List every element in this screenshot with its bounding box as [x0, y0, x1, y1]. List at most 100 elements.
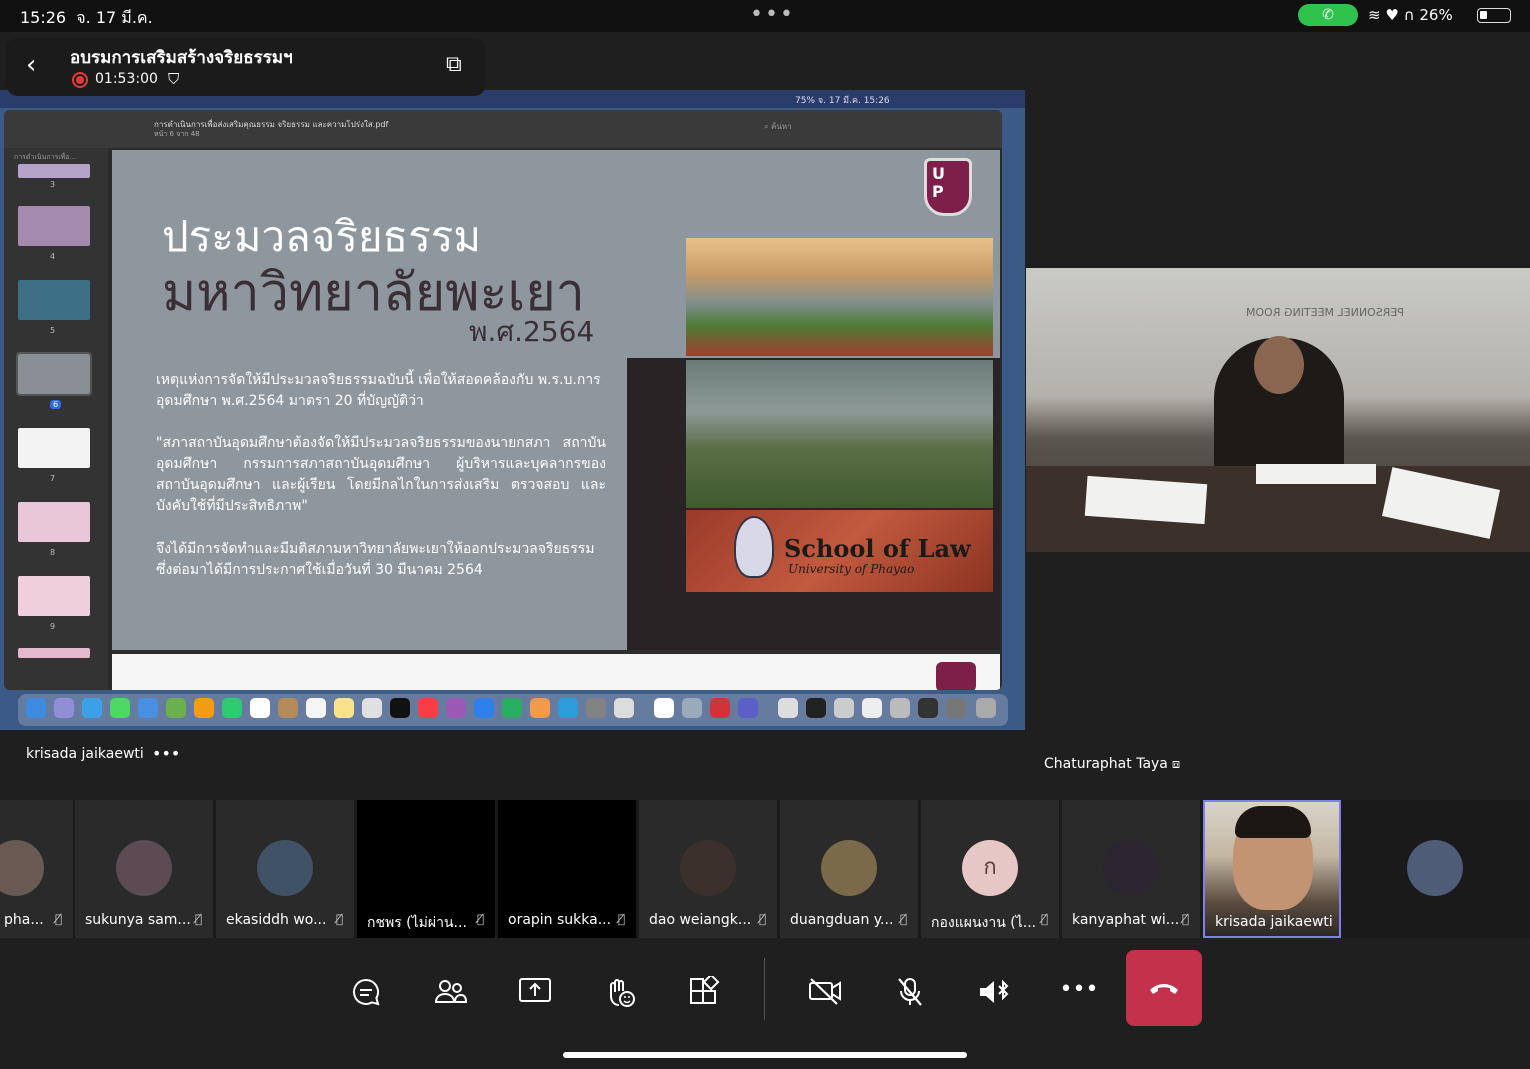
- dock-window: [918, 698, 938, 718]
- participant-tile[interactable]: กชพร (ไม่ผ่าน... 🎙̸: [357, 800, 495, 938]
- participant-avatar: [1407, 840, 1463, 896]
- thumbnail-page-number: 4: [50, 252, 56, 261]
- participant-name: pha...: [4, 912, 44, 928]
- presenter-name: krisada jaikaewti: [26, 746, 144, 762]
- main-video-tile[interactable]: PERSONNEL MEETING ROOM: [1026, 268, 1530, 552]
- messages-icon: [110, 698, 130, 718]
- participant-tile[interactable]: sukunya sam... 🎙̸: [75, 800, 213, 938]
- shield-icon[interactable]: ⛉: [168, 70, 179, 88]
- back-chevron-icon[interactable]: ‹: [26, 50, 36, 80]
- participant-strip[interactable]: pha... 🎙̸ sukunya sam... 🎙̸ ekasiddh wo.…: [0, 800, 1530, 938]
- participant-tile[interactable]: orapin sukka... 🎙̸: [498, 800, 636, 938]
- apps-icon[interactable]: [682, 970, 726, 1010]
- participant-tile[interactable]: ekasiddh wo... 🎙̸: [216, 800, 354, 938]
- home-indicator[interactable]: [563, 1052, 967, 1058]
- slide-heading-year: พ.ศ.2564: [469, 315, 595, 348]
- pdf-viewer-window: การดำเนินการเพื่อส่งเสริมคุณธรรม จริยธรร…: [4, 110, 1002, 690]
- pdf-toolbar: การดำเนินการเพื่อส่งเสริมคุณธรรม จริยธรร…: [4, 110, 1002, 148]
- call-controls: •••: [0, 940, 1530, 1069]
- video-paper: [1084, 475, 1208, 525]
- mic-off-icon: 🎙̸: [759, 912, 767, 926]
- participant-tile[interactable]: duangduan y... 🎙̸: [780, 800, 918, 938]
- participant-name: duangduan y...: [790, 912, 894, 928]
- participant-name: orapin sukka...: [508, 912, 612, 928]
- participant-tile[interactable]: [1366, 800, 1504, 938]
- participant-tile[interactable]: kanyaphat wi... 🎙̸: [1062, 800, 1200, 938]
- thumbnail-page: [18, 428, 90, 468]
- thumbnail-page-number: 6: [50, 400, 62, 409]
- mic-off-icon: 🎙̸: [195, 912, 203, 926]
- thumbnail-header: การดำเนินการเพื่อ...: [14, 153, 77, 161]
- keynote-icon: [474, 698, 494, 718]
- raise-hand-icon[interactable]: [598, 970, 642, 1010]
- script-editor-icon: [614, 698, 634, 718]
- popout-icon[interactable]: ⧉: [446, 52, 462, 77]
- mic-off-icon[interactable]: [888, 970, 932, 1010]
- mic-off-icon: 🎙̸: [900, 912, 908, 926]
- slide-paragraph-1: เหตุแห่งการจัดให้มีประมวลจริยธรรมฉบับนี้…: [156, 372, 601, 409]
- trash-icon: [976, 698, 996, 718]
- active-call-pill[interactable]: ✆: [1298, 4, 1358, 26]
- numbers-icon: [502, 698, 522, 718]
- school-of-law-title: School of Law: [784, 534, 971, 563]
- participant-avatar: [680, 840, 736, 896]
- mac-menu-clock: 75% จ. 17 มี.ค. 15:26: [795, 96, 890, 106]
- participant-name: krisada jaikaewti: [1215, 914, 1333, 930]
- participant-name: กชพร (ไม่ผ่าน...: [367, 915, 467, 931]
- heart-icon: ♥: [1385, 6, 1399, 24]
- room-sign-text: PERSONNEL MEETING ROOM: [1246, 306, 1404, 319]
- dock-window: [946, 698, 966, 718]
- chat-icon[interactable]: [344, 970, 388, 1010]
- thumbnail-page-number: 7: [50, 474, 56, 483]
- presenter-more-icon[interactable]: •••: [152, 744, 180, 763]
- dock-window: [778, 698, 798, 718]
- app-store-icon: [558, 698, 578, 718]
- multitask-dots-icon[interactable]: •••: [750, 2, 795, 27]
- notes-icon: [334, 698, 354, 718]
- launchpad-icon: [54, 698, 74, 718]
- facetime-icon: [222, 698, 242, 718]
- participants-icon[interactable]: [428, 970, 472, 1010]
- self-video-tile[interactable]: krisada jaikaewti: [1203, 800, 1341, 938]
- status-indicators: ≋ ♥ ∩ 26%: [1368, 6, 1453, 24]
- next-slide-preview: [112, 654, 1000, 690]
- slide-paragraph-3: จึงได้มีการจัดทำและมีมติสภามหาวิทยาลัยพะ…: [156, 541, 595, 578]
- pdf-search: ⌕ ค้นหา: [764, 122, 792, 131]
- dock-window: [834, 698, 854, 718]
- participant-tile[interactable]: dao weiangk... 🎙̸: [639, 800, 777, 938]
- podcasts-icon: [446, 698, 466, 718]
- mic-off-icon: 🎙̸: [336, 912, 344, 926]
- thumbnail-page: [18, 206, 90, 246]
- participant-tile[interactable]: pha... 🎙̸: [0, 800, 73, 938]
- battery-fill: [1480, 11, 1487, 19]
- share-screen-icon[interactable]: [513, 970, 557, 1010]
- thumbnail-page: [18, 576, 90, 616]
- battery-icon: [1477, 8, 1511, 23]
- dock-window: [890, 698, 910, 718]
- pages-icon: [530, 698, 550, 718]
- participant-name: กองแผนงาน (ไ...: [931, 915, 1037, 931]
- thumbnail-page: [18, 164, 90, 178]
- thumbnail-page: [18, 280, 90, 320]
- video-person-head: [1254, 336, 1304, 394]
- participant-tile[interactable]: ก กองแผนงาน (ไ... 🎙̸: [921, 800, 1059, 938]
- status-bar: 15:26 จ. 17 มี.ค. ••• ✆ ≋ ♥ ∩ 26%: [0, 0, 1530, 32]
- pdf-page-indicator: หน้า 6 จาก 48: [154, 130, 200, 138]
- bluetooth-audio-icon[interactable]: [972, 970, 1016, 1010]
- status-time: 15:26 จ. 17 มี.ค.: [20, 8, 153, 27]
- participant-avatar: [116, 840, 172, 896]
- mail-icon: [138, 698, 158, 718]
- leave-call-button[interactable]: [1126, 950, 1202, 1026]
- more-options-icon[interactable]: •••: [1057, 970, 1101, 1010]
- participant-avatar: [0, 840, 44, 896]
- presenter-badge-icon: ⧈: [1171, 757, 1181, 772]
- mic-off-icon: 🎙̸: [55, 912, 63, 926]
- participant-initial-avatar: ก: [962, 840, 1018, 896]
- search-icon: ⌕: [764, 122, 772, 131]
- phone-icon: ✆: [1322, 7, 1334, 23]
- camera-off-icon[interactable]: [803, 970, 847, 1010]
- shared-screen[interactable]: 75% จ. 17 มี.ค. 15:26 การดำเนินการเพื่อส…: [0, 90, 1025, 730]
- safari-icon: [82, 698, 102, 718]
- photos-icon: [194, 698, 214, 718]
- pdf-thumbnail-sidebar: การดำเนินการเพื่อ... 3 4 5 6 7 8 9: [4, 148, 108, 690]
